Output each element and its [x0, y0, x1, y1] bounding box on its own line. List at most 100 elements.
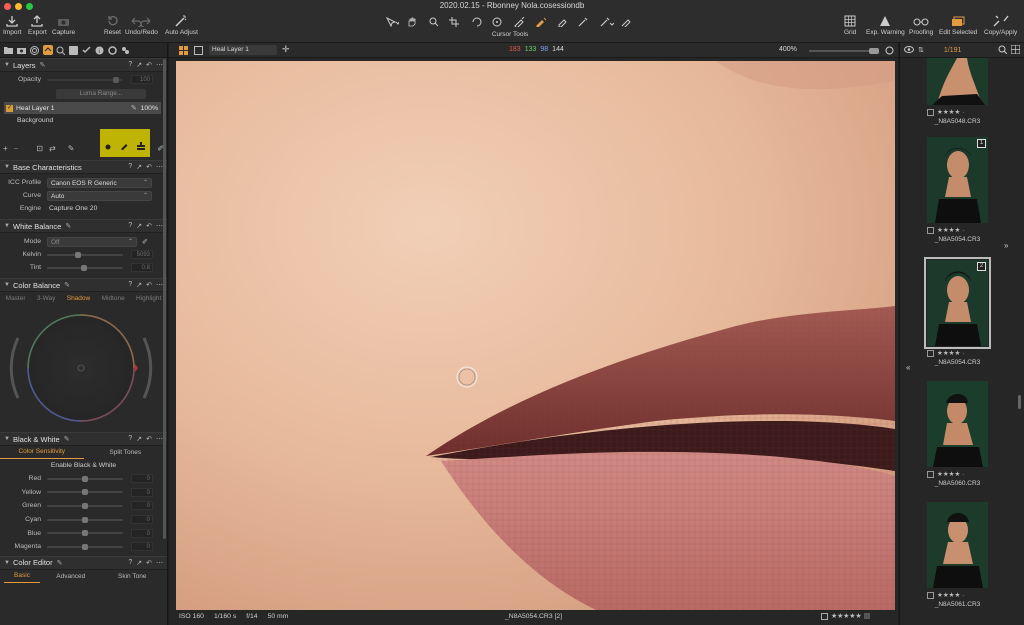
zoom-fit-icon[interactable]	[885, 46, 894, 57]
tint-slider[interactable]	[47, 264, 123, 271]
undo-redo-button[interactable]: Undo/Redo	[125, 13, 158, 36]
tint-value[interactable]: 0.8	[131, 263, 153, 272]
more-icon[interactable]: ⋯	[156, 435, 163, 443]
collapse-chevron-icon[interactable]: ▼	[4, 223, 11, 229]
select-checkbox[interactable]	[927, 470, 934, 478]
help-icon[interactable]: ?	[128, 559, 132, 567]
layers-tab-icon[interactable]	[42, 45, 53, 56]
collapse-chevron-icon[interactable]: ▼	[4, 164, 11, 170]
wb-picker-icon[interactable]	[600, 17, 614, 27]
reset-tool-icon[interactable]: ↶	[146, 163, 152, 171]
crop-icon[interactable]	[449, 17, 463, 27]
color-wheel[interactable]	[0, 304, 160, 432]
star-rating[interactable]: ★★★★ ·	[937, 108, 964, 116]
layer-enabled-checkbox[interactable]: ✓	[6, 104, 13, 112]
pan-hand-icon[interactable]	[406, 17, 420, 27]
more-icon[interactable]: ⋯	[156, 163, 163, 171]
reset-tool-icon[interactable]: ↶	[146, 61, 152, 69]
black-white-header[interactable]: ▼ Black & White ✎ ? ↗ ↶ ⋯	[0, 432, 167, 446]
luma-range-button[interactable]: Luma Range...	[56, 89, 146, 99]
proofing-button[interactable]: Proofing	[909, 13, 933, 36]
curve-select[interactable]: Auto	[47, 190, 152, 201]
select-checkbox[interactable]	[927, 591, 934, 599]
bw-yellow-value[interactable]: 0	[131, 487, 153, 497]
bw-magenta-slider[interactable]	[47, 543, 123, 550]
capture-tab-icon[interactable]	[16, 45, 27, 56]
more-icon[interactable]: ⋯	[156, 559, 163, 567]
more-icon[interactable]: ⋯	[156, 222, 163, 230]
help-icon[interactable]: ?	[128, 61, 132, 69]
kelvin-slider[interactable]	[47, 251, 123, 258]
collapse-chevron-icon[interactable]: ▼	[4, 560, 11, 566]
bw-yellow-slider[interactable]	[47, 489, 123, 496]
stack-expand-icon[interactable]: »	[1004, 241, 1008, 250]
thumbnail[interactable]: ★★★★ · _N8A5048.CR3	[927, 58, 988, 125]
star-rating[interactable]: ★★★★ ·	[937, 591, 964, 599]
image-viewer[interactable]	[176, 61, 895, 610]
adjustments-tab-icon[interactable]	[81, 45, 92, 56]
icc-profile-select[interactable]: Canon EOS R Generic	[47, 177, 152, 188]
details-tab-icon[interactable]	[55, 45, 66, 56]
copy-apply-button[interactable]: Copy/Apply	[984, 13, 1017, 36]
select-checkbox[interactable]	[927, 108, 934, 116]
sort-icon[interactable]: ⇅	[918, 46, 924, 54]
reset-tool-icon[interactable]: ↶	[146, 281, 152, 289]
select-checkbox[interactable]	[821, 612, 828, 620]
rotate-icon[interactable]	[471, 17, 485, 27]
bw-red-value[interactable]: 0	[131, 474, 153, 484]
star-rating[interactable]: ★★★★ ·	[937, 349, 964, 357]
color-editor-header[interactable]: ▼ Color Editor ✎ ? ↗ ↶ ⋯	[0, 555, 167, 570]
library-tab-icon[interactable]	[3, 45, 14, 56]
reset-tool-icon[interactable]: ↶	[146, 559, 152, 567]
tab-color-sensitivity[interactable]: Color Sensitivity	[0, 446, 84, 459]
zoom-slider[interactable]	[809, 48, 879, 54]
erase-icon[interactable]	[557, 17, 571, 27]
mask-icon[interactable]: ⊡	[36, 144, 43, 153]
auto-icon[interactable]: ↗	[136, 281, 142, 289]
zoom-loupe-icon[interactable]	[428, 17, 442, 27]
wb-mode-select[interactable]: Off	[47, 236, 137, 247]
eye-icon[interactable]	[904, 45, 914, 55]
select-checkbox[interactable]	[927, 226, 934, 234]
collapse-chevron-icon[interactable]: ▼	[4, 62, 11, 68]
dot-brush-icon[interactable]	[105, 143, 111, 152]
auto-icon[interactable]: ↗	[136, 559, 142, 567]
star-rating[interactable]: ★★★★ ·	[937, 470, 964, 478]
collapse-chevron-icon[interactable]: ▼	[4, 436, 11, 442]
zoom-level[interactable]: 400%	[779, 46, 797, 53]
heal-brush-icon[interactable]	[120, 142, 128, 152]
enable-bw-button[interactable]: Enable Black & White	[0, 459, 167, 472]
browser-scrollbar[interactable]	[1018, 395, 1021, 409]
viewer-grid-icon[interactable]	[179, 46, 188, 57]
auto-icon[interactable]: ↗	[136, 222, 142, 230]
tab-skin-tone[interactable]: Skin Tone	[102, 573, 164, 580]
auto-icon[interactable]: ↗	[136, 163, 142, 171]
keystone-icon[interactable]	[492, 17, 506, 27]
export-button[interactable]: Export	[28, 13, 47, 36]
annotate-icon[interactable]	[621, 17, 635, 27]
browser-grid-icon[interactable]	[1010, 44, 1021, 56]
swap-icon[interactable]: ⇄	[49, 144, 56, 153]
auto-icon[interactable]: ↗	[136, 435, 142, 443]
thumbnail[interactable]: ★★★★ · _N8A5060.CR3	[927, 381, 988, 487]
import-button[interactable]: Import	[3, 13, 21, 36]
help-icon[interactable]: ?	[128, 281, 132, 289]
bw-green-slider[interactable]	[47, 502, 123, 509]
help-icon[interactable]: ?	[128, 163, 132, 171]
color-tag-icon[interactable]	[864, 613, 871, 619]
star-rating[interactable]: ★★★★★	[831, 612, 861, 620]
layer-item[interactable]: ✓ Heal Layer 1 ✎ 100%	[4, 102, 161, 114]
bw-magenta-value[interactable]: 0	[131, 542, 153, 552]
bw-red-slider[interactable]	[47, 475, 123, 482]
opacity-slider[interactable]	[47, 76, 123, 83]
help-icon[interactable]: ?	[128, 222, 132, 230]
collapse-chevron-icon[interactable]: ▼	[4, 282, 11, 288]
select-checkbox[interactable]	[927, 349, 934, 357]
tab-midtone[interactable]: Midtone	[102, 295, 125, 302]
tab-advanced[interactable]: Advanced	[40, 573, 102, 580]
metadata-tab-icon[interactable]: i	[94, 45, 105, 56]
stack-collapse-icon[interactable]: «	[906, 363, 910, 372]
color-balance-header[interactable]: ▼ Color Balance ✎ ? ↗ ↶ ⋯	[0, 278, 167, 292]
thumbnail-selected[interactable]: 2 ★★★★ · _N8A5054.CR3	[924, 257, 991, 366]
auto-adjust-button[interactable]: Auto Adjust	[165, 13, 198, 36]
